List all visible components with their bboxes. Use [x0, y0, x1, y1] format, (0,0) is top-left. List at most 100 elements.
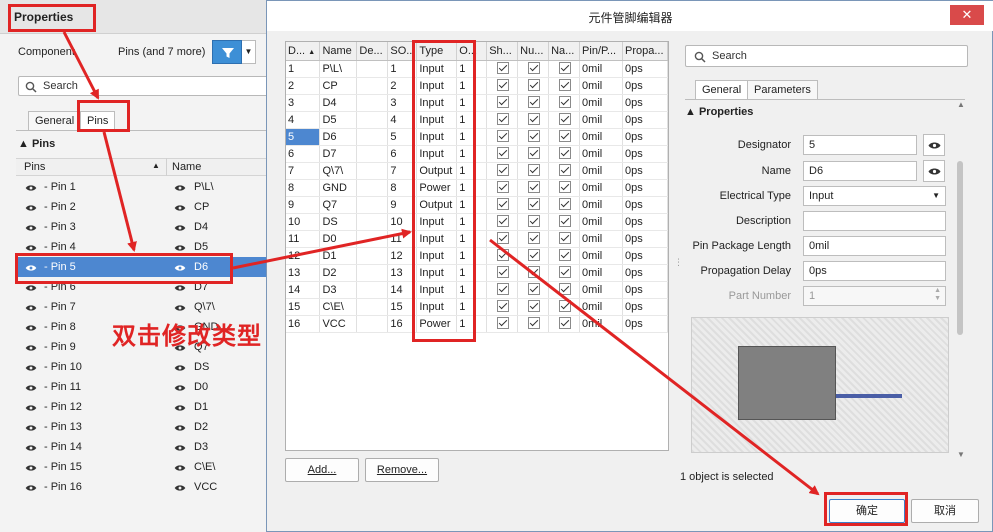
table-row[interactable]: 5 D6 5 Input 1 0mil 0ps — [286, 128, 669, 146]
table-row[interactable]: 12 D1 12 Input 1 0mil 0ps — [286, 247, 669, 265]
checkbox[interactable] — [528, 147, 541, 159]
checkbox[interactable] — [559, 130, 572, 142]
checkbox[interactable] — [497, 283, 510, 295]
eye-icon[interactable] — [25, 364, 37, 372]
table-row[interactable]: 15 C\E\ 15 Input 1 0mil 0ps — [286, 298, 669, 316]
eye-icon[interactable] — [25, 224, 37, 232]
checkbox[interactable] — [559, 79, 572, 91]
table-row[interactable]: - Pin 1 P\L\ — [16, 177, 268, 197]
scroll-down-icon[interactable]: ▼ — [957, 450, 965, 459]
grid-col-header[interactable]: Na... — [548, 42, 581, 61]
col-pins[interactable]: Pins — [24, 161, 45, 173]
checkbox[interactable] — [559, 164, 572, 176]
cell-name-visible[interactable] — [548, 145, 581, 163]
cell-designator[interactable]: 5 — [286, 128, 321, 146]
properties-section-header[interactable]: ▲ Properties — [685, 106, 753, 118]
table-row[interactable]: - Pin 16 VCC — [16, 477, 268, 497]
table-row[interactable]: - Pin 14 D3 — [16, 437, 268, 457]
cell-pin-length[interactable]: 0mil — [579, 315, 623, 333]
cell-description[interactable] — [356, 298, 389, 316]
cell-pin-length[interactable]: 0mil — [579, 94, 623, 112]
cell-designator[interactable]: 2 — [286, 77, 321, 95]
propagation-delay-field[interactable]: 0ps — [803, 261, 946, 281]
checkbox[interactable] — [528, 113, 541, 125]
cell-number[interactable] — [517, 111, 550, 129]
cell-name[interactable]: D5 — [319, 111, 358, 129]
checkbox[interactable] — [528, 181, 541, 193]
cancel-button[interactable]: 取消 — [911, 499, 979, 523]
cell-show[interactable] — [486, 247, 519, 265]
cell-number[interactable] — [517, 315, 550, 333]
checkbox[interactable] — [497, 266, 510, 278]
eye-icon[interactable] — [25, 444, 37, 452]
table-row[interactable]: 2 CP 2 Input 1 0mil 0ps — [286, 77, 669, 95]
table-row[interactable]: 1 P\L\ 1 Input 1 0mil 0ps — [286, 60, 669, 78]
electrical-type-select[interactable]: Input ▼ — [803, 186, 946, 206]
cell-show[interactable] — [486, 281, 519, 299]
description-field[interactable] — [803, 211, 946, 231]
cell-number[interactable] — [517, 128, 550, 146]
table-row[interactable]: 11 D0 11 Input 1 0mil 0ps — [286, 230, 669, 248]
cell-show[interactable] — [486, 179, 519, 197]
cell-designator[interactable]: 10 — [286, 213, 321, 231]
cell-description[interactable] — [356, 315, 389, 333]
cell-name[interactable]: VCC — [319, 315, 358, 333]
cell-pin-length[interactable]: 0mil — [579, 162, 623, 180]
cell-designator[interactable]: 6 — [286, 145, 321, 163]
cell-description[interactable] — [356, 264, 389, 282]
cell-show[interactable] — [486, 111, 519, 129]
eye-icon[interactable] — [174, 364, 186, 372]
checkbox[interactable] — [497, 232, 510, 244]
cell-description[interactable] — [356, 247, 389, 265]
cell-name-visible[interactable] — [548, 213, 581, 231]
checkbox[interactable] — [497, 164, 510, 176]
grid-col-header[interactable]: Nu... — [517, 42, 550, 61]
eye-icon[interactable] — [25, 404, 37, 412]
cell-designator[interactable]: 11 — [286, 230, 321, 248]
cell-number[interactable] — [517, 196, 550, 214]
eye-icon[interactable] — [174, 304, 186, 312]
cell-description[interactable] — [356, 94, 389, 112]
cell-pin-length[interactable]: 0mil — [579, 230, 623, 248]
cell-name[interactable]: D3 — [319, 281, 358, 299]
checkbox[interactable] — [528, 266, 541, 278]
checkbox[interactable] — [497, 130, 510, 142]
col-name[interactable]: Name — [172, 161, 201, 173]
pin-package-length-field[interactable]: 0mil — [803, 236, 946, 256]
eye-icon[interactable] — [25, 184, 37, 192]
eye-icon[interactable] — [25, 464, 37, 472]
checkbox[interactable] — [497, 215, 510, 227]
cell-show[interactable] — [486, 162, 519, 180]
cell-number[interactable] — [517, 77, 550, 95]
cell-name-visible[interactable] — [548, 196, 581, 214]
table-row[interactable]: 8 GND 8 Power 1 0mil 0ps — [286, 179, 669, 197]
cell-name[interactable]: D2 — [319, 264, 358, 282]
cell-pin-length[interactable]: 0mil — [579, 247, 623, 265]
cell-name[interactable]: D7 — [319, 145, 358, 163]
cell-show[interactable] — [486, 145, 519, 163]
table-row[interactable]: - Pin 13 D2 — [16, 417, 268, 437]
cell-number[interactable] — [517, 247, 550, 265]
cell-designator[interactable]: 16 — [286, 315, 321, 333]
cell-pin-length[interactable]: 0mil — [579, 264, 623, 282]
checkbox[interactable] — [559, 249, 572, 261]
eye-icon[interactable] — [25, 244, 37, 252]
eye-icon[interactable] — [25, 284, 37, 292]
cell-show[interactable] — [486, 94, 519, 112]
checkbox[interactable] — [559, 232, 572, 244]
cell-show[interactable] — [486, 213, 519, 231]
checkbox[interactable] — [559, 62, 572, 74]
checkbox[interactable] — [497, 300, 510, 312]
cell-show[interactable] — [486, 128, 519, 146]
cell-description[interactable] — [356, 230, 389, 248]
grid-col-header[interactable]: Sh... — [486, 42, 519, 61]
tab-general[interactable]: General — [695, 80, 749, 100]
checkbox[interactable] — [528, 62, 541, 74]
cell-propagation[interactable]: 0ps — [622, 213, 669, 231]
cell-name-visible[interactable] — [548, 179, 581, 197]
cell-designator[interactable]: 4 — [286, 111, 321, 129]
designator-field[interactable]: 5 — [803, 135, 917, 155]
cell-number[interactable] — [517, 60, 550, 78]
eye-icon[interactable] — [174, 424, 186, 432]
checkbox[interactable] — [559, 215, 572, 227]
